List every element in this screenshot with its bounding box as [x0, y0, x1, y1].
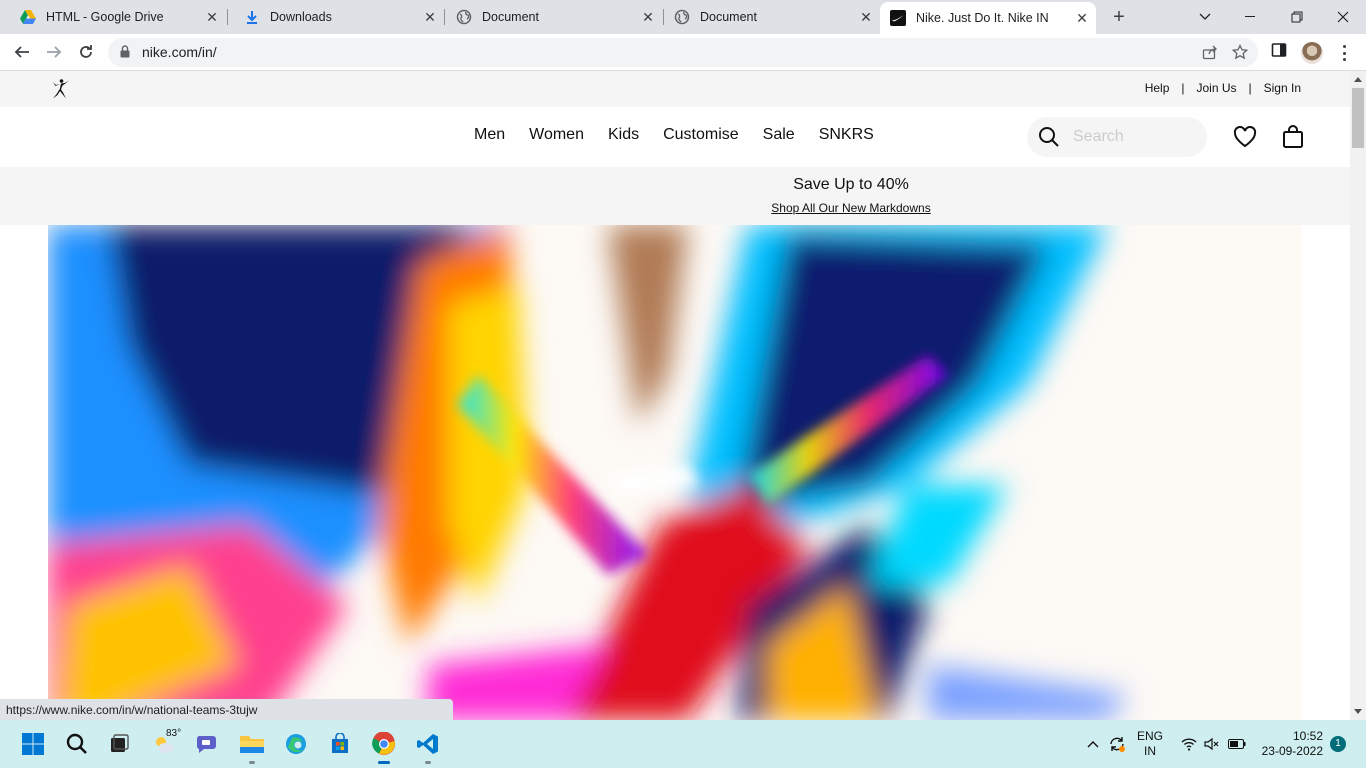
tab-search-button[interactable]: [1182, 0, 1228, 34]
restore-icon: [1291, 11, 1303, 23]
separator: |: [1248, 81, 1252, 95]
main-navigation: Men Women Kids Customise Sale SNKRS: [0, 107, 1350, 167]
promo-link[interactable]: Shop All Our New Markdowns: [0, 201, 1350, 215]
language-code: ENG: [1137, 729, 1164, 743]
tab-google-drive[interactable]: HTML - Google Drive ✕: [0, 0, 226, 34]
separator: |: [1181, 81, 1185, 95]
scroll-up-arrow-icon[interactable]: [1354, 77, 1362, 82]
page-scrollbar[interactable]: [1350, 71, 1366, 720]
edge-browser-icon[interactable]: [280, 728, 312, 760]
nav-kids[interactable]: Kids: [608, 126, 639, 144]
restore-button[interactable]: [1274, 0, 1320, 34]
scroll-down-arrow-icon[interactable]: [1354, 709, 1362, 714]
lock-icon[interactable]: [120, 45, 130, 63]
teams-chat-icon[interactable]: [192, 728, 224, 760]
url-text[interactable]: nike.com/in/: [142, 44, 217, 60]
browser-tab-strip: HTML - Google Drive ✕ Downloads ✕ Docume…: [0, 0, 1366, 34]
tab-document-2[interactable]: Document ✕: [654, 0, 880, 34]
jordan-jumpman-icon[interactable]: [49, 78, 71, 105]
close-window-button[interactable]: [1320, 0, 1366, 34]
file-explorer-icon[interactable]: [236, 728, 268, 764]
help-link[interactable]: Help: [1145, 81, 1170, 95]
search-box[interactable]: [1027, 117, 1207, 157]
reload-button[interactable]: [74, 40, 98, 64]
search-input[interactable]: [1073, 126, 1193, 148]
nike-logo[interactable]: [0, 107, 176, 167]
close-icon[interactable]: ✕: [204, 9, 220, 25]
globe-icon: [674, 9, 690, 25]
hero-video[interactable]: [48, 225, 1302, 720]
join-us-link[interactable]: Join Us: [1197, 81, 1237, 95]
close-icon[interactable]: ✕: [858, 9, 874, 25]
microsoft-store-icon[interactable]: [324, 728, 356, 760]
close-icon: [1337, 11, 1349, 23]
task-view-icon[interactable]: [103, 728, 135, 760]
google-drive-icon: [20, 9, 36, 25]
tab-title: Downloads: [270, 10, 332, 24]
search-icon[interactable]: [1037, 125, 1061, 154]
nike-page: Help | Join Us | Sign In Men Women Kids …: [0, 71, 1350, 720]
windows-start-icon[interactable]: [17, 728, 49, 760]
promo-banner: Save Up to 40% Shop All Our New Markdown…: [0, 167, 1350, 225]
chrome-menu-button[interactable]: [1336, 42, 1352, 64]
new-tab-button[interactable]: +: [1108, 6, 1130, 28]
download-icon: [244, 9, 260, 25]
hero-abstract-image: [48, 225, 1302, 720]
address-bar[interactable]: nike.com/in/: [108, 38, 1258, 67]
share-icon[interactable]: [1202, 44, 1218, 65]
arrow-right-icon: [47, 46, 62, 58]
globe-icon: [456, 9, 472, 25]
utility-links: Help | Join Us | Sign In: [1145, 81, 1301, 95]
nav-links: Men Women Kids Customise Sale SNKRS: [474, 126, 898, 144]
sign-in-link[interactable]: Sign In: [1264, 81, 1301, 95]
browser-toolbar: nike.com/in/: [0, 34, 1366, 71]
language-indicator[interactable]: ENG IN: [1137, 729, 1163, 759]
forward-button[interactable]: [42, 40, 66, 64]
tab-document-1[interactable]: Document ✕: [436, 0, 662, 34]
tab-title: Nike. Just Do It. Nike IN: [916, 11, 1049, 25]
chevron-down-icon: [1199, 13, 1211, 20]
battery-icon[interactable]: [1226, 720, 1248, 768]
status-bar-url: https://www.nike.com/in/w/national-teams…: [0, 699, 453, 720]
nav-sale[interactable]: Sale: [763, 126, 795, 144]
chrome-icon[interactable]: [368, 728, 400, 764]
minimize-button[interactable]: [1228, 0, 1274, 34]
nike-swoosh-icon: [890, 10, 906, 26]
sync-icon[interactable]: [1106, 720, 1128, 768]
clock-date: 23-09-2022: [1261, 744, 1323, 758]
notification-badge[interactable]: 1: [1330, 736, 1346, 752]
nav-snkrs[interactable]: SNKRS: [819, 126, 874, 144]
side-panel-icon[interactable]: [1271, 42, 1287, 63]
minimize-icon: [1245, 16, 1255, 17]
tab-title: Document: [700, 10, 757, 24]
favourites-heart-icon[interactable]: [1233, 125, 1257, 153]
arrow-left-icon: [14, 46, 29, 58]
search-icon[interactable]: [61, 728, 93, 760]
windows-taskbar: 83° ENG IN 10:52 23-09-2022 1: [0, 720, 1366, 768]
tab-nike[interactable]: Nike. Just Do It. Nike IN ✕: [880, 2, 1096, 34]
language-region: IN: [1144, 744, 1156, 758]
scrollbar-thumb[interactable]: [1352, 88, 1364, 148]
back-button[interactable]: [10, 40, 34, 64]
vscode-icon[interactable]: [412, 728, 444, 764]
speaker-muted-icon[interactable]: [1202, 720, 1222, 768]
tab-downloads[interactable]: Downloads ✕: [224, 0, 444, 34]
promo-headline: Save Up to 40%: [793, 176, 909, 193]
tab-title: Document: [482, 10, 539, 24]
nav-men[interactable]: Men: [474, 126, 505, 144]
reload-icon: [80, 45, 92, 58]
utility-bar: Help | Join Us | Sign In: [0, 71, 1350, 107]
chevron-up-icon[interactable]: [1083, 720, 1103, 768]
system-clock[interactable]: 10:52 23-09-2022: [1255, 729, 1323, 759]
clock-time: 10:52: [1292, 729, 1323, 743]
profile-avatar[interactable]: [1301, 42, 1323, 64]
tab-title: HTML - Google Drive: [46, 10, 164, 24]
wifi-icon[interactable]: [1179, 720, 1199, 768]
nav-customise[interactable]: Customise: [663, 126, 739, 144]
weather-temperature: 83°: [166, 728, 182, 739]
nav-women[interactable]: Women: [529, 126, 584, 144]
star-icon[interactable]: [1231, 43, 1249, 65]
close-icon[interactable]: ✕: [1074, 10, 1090, 26]
shopping-bag-icon[interactable]: [1281, 125, 1305, 154]
